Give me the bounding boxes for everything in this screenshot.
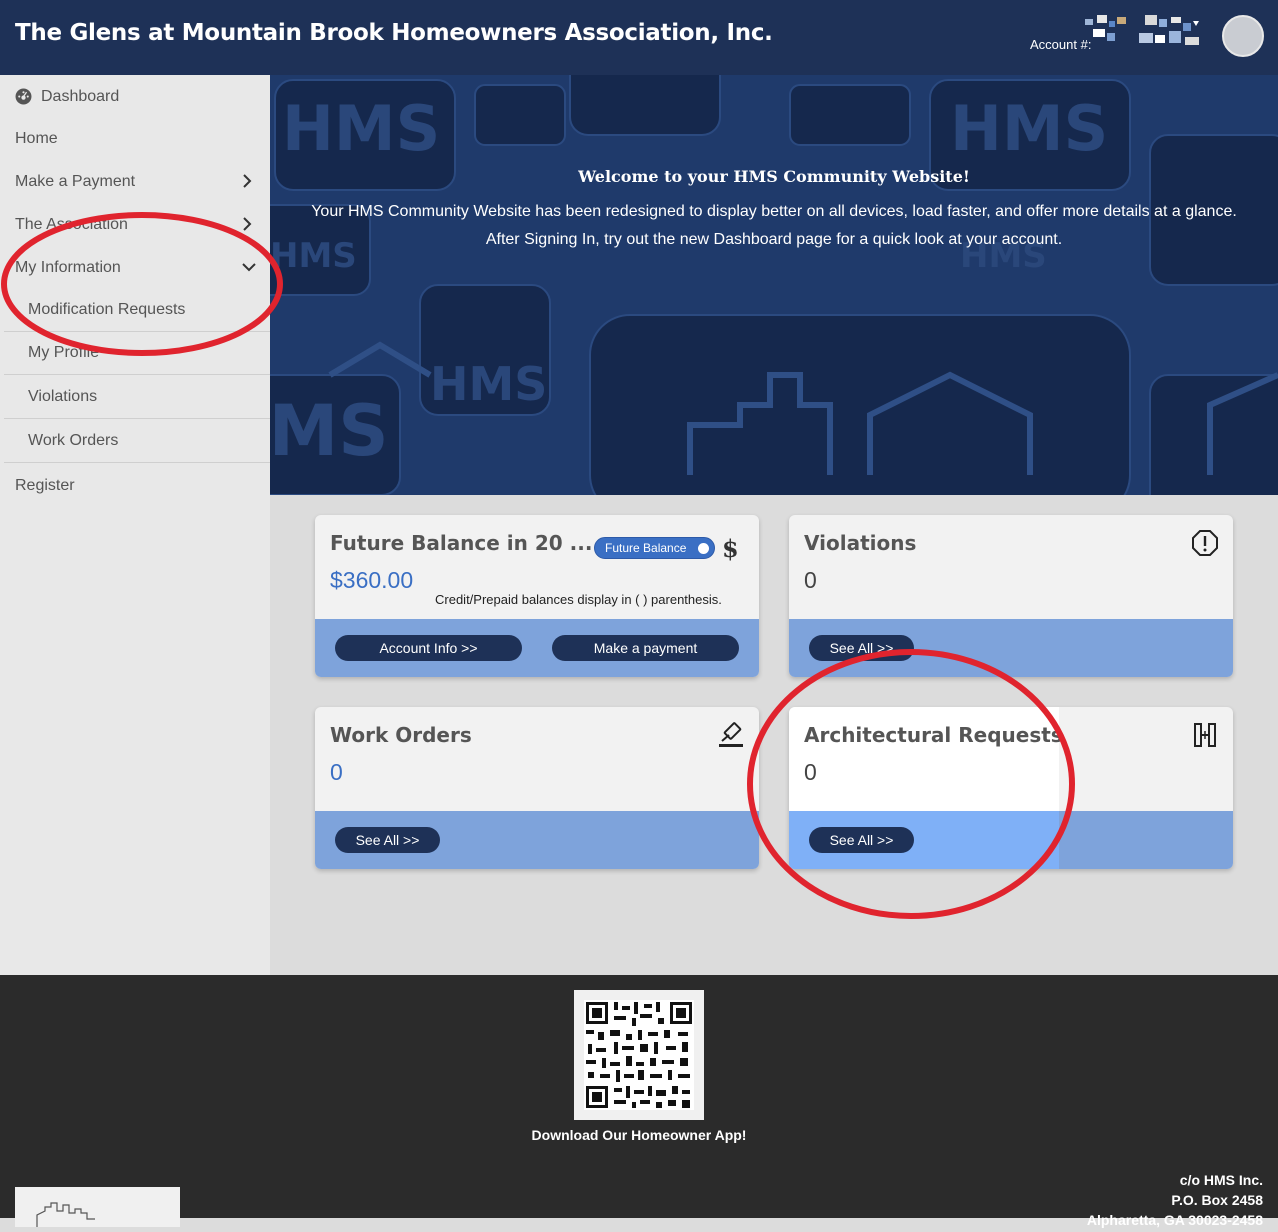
svg-text:HMS: HMS — [950, 92, 1108, 165]
sidebar-item-home[interactable]: Home — [0, 117, 270, 160]
footer-logo — [15, 1187, 180, 1227]
download-app-text[interactable]: Download Our Homeowner App! — [0, 1127, 1278, 1143]
qr-code[interactable] — [574, 990, 704, 1120]
dollar-icon: $ — [722, 535, 739, 561]
toggle-label: Future Balance — [605, 541, 687, 555]
chevron-down-icon — [242, 263, 256, 272]
tape-measure-icon — [1194, 723, 1216, 747]
architectural-requests-count: 0 — [804, 759, 817, 785]
qr-code-image — [584, 1000, 694, 1110]
svg-text:$: $ — [722, 535, 739, 561]
make-payment-button[interactable]: Make a payment — [552, 635, 739, 661]
footer: Download Our Homeowner App! c/o HMS Inc.… — [0, 975, 1278, 1228]
sidebar: Dashboard Home Make a Payment The Associ… — [0, 75, 270, 975]
svg-text:HMS: HMS — [270, 390, 389, 472]
welcome-message: Welcome to your HMS Community Website! Y… — [270, 167, 1278, 254]
work-orders-count: 0 — [330, 759, 343, 785]
violations-card: Violations 0 See All >> — [789, 515, 1233, 677]
welcome-body: Your HMS Community Website has been rede… — [311, 203, 1237, 248]
hero-background-pattern: HMS HMS HMS HMS HMS HMS — [270, 75, 1278, 495]
gavel-icon — [719, 722, 743, 747]
card-footer: See All >> — [789, 619, 1233, 677]
sidebar-item-label: Work Orders — [28, 432, 119, 449]
sidebar-item-label: Make a Payment — [15, 172, 136, 190]
card-footer: See All >> — [789, 811, 1233, 869]
sidebar-item-make-payment[interactable]: Make a Payment — [0, 160, 270, 203]
address-line: c/o HMS Inc. — [1179, 1172, 1263, 1188]
sidebar-item-my-profile[interactable]: My Profile — [4, 332, 270, 375]
sidebar-item-label: Dashboard — [41, 87, 120, 105]
sidebar-item-label: The Association — [15, 215, 128, 233]
site-title[interactable]: The Glens at Mountain Brook Homeowners A… — [15, 20, 773, 46]
hero-banner: HMS HMS HMS HMS HMS HMS Welcome to your … — [270, 75, 1278, 495]
card-footer: Account Info >> Make a payment — [315, 619, 759, 677]
card-title: Architectural Requests — [804, 723, 1063, 747]
future-balance-card: Future Balance in 20 ... Future Balance … — [315, 515, 759, 677]
alert-octagon-icon — [1192, 530, 1218, 556]
sidebar-item-dashboard[interactable]: Dashboard — [0, 75, 270, 118]
card-footer: See All >> — [315, 811, 759, 869]
sidebar-item-label: My Information — [15, 258, 121, 276]
work-orders-card: Work Orders 0 See All >> — [315, 707, 759, 869]
balance-amount: $360.00 — [330, 567, 414, 593]
see-all-work-orders-button[interactable]: See All >> — [335, 827, 440, 853]
sidebar-item-label: Modification Requests — [28, 301, 186, 318]
sidebar-item-violations[interactable]: Violations — [4, 376, 270, 419]
card-title: Future Balance in 20 ... — [330, 531, 593, 555]
footer-address: c/o HMS Inc. P.O. Box 2458 Alpharetta, G… — [1087, 1170, 1263, 1230]
balance-note: Credit/Prepaid balances display in ( ) p… — [435, 592, 722, 607]
address-line: Alpharetta, GA 30023-2458 — [1086, 1212, 1263, 1228]
sidebar-item-modification-requests[interactable]: Modification Requests — [4, 289, 270, 332]
see-all-architectural-requests-button[interactable]: See All >> — [809, 827, 914, 853]
account-info-button[interactable]: Account Info >> — [335, 635, 522, 661]
architectural-requests-card: Architectural Requests 0 See All >> — [789, 707, 1233, 869]
sidebar-item-label: Violations — [28, 388, 98, 405]
chevron-right-icon — [243, 174, 252, 188]
sidebar-item-label: Register — [15, 476, 75, 494]
account-label: Account #: — [1030, 37, 1092, 52]
city-skyline-logo — [36, 1202, 95, 1227]
sidebar-item-association[interactable]: The Association — [0, 203, 270, 246]
violations-count: 0 — [804, 567, 817, 593]
card-title: Work Orders — [330, 723, 472, 747]
sidebar-item-work-orders[interactable]: Work Orders — [4, 420, 270, 463]
dashboard-icon — [15, 88, 32, 105]
sidebar-item-label: Home — [15, 129, 58, 147]
sidebar-item-my-information[interactable]: My Information — [0, 246, 270, 289]
chevron-right-icon — [243, 217, 252, 231]
svg-text:HMS: HMS — [282, 92, 440, 165]
future-balance-toggle[interactable]: Future Balance — [594, 537, 715, 559]
address-line: P.O. Box 2458 — [1171, 1192, 1263, 1208]
see-all-violations-button[interactable]: See All >> — [809, 635, 914, 661]
toggle-knob — [698, 543, 709, 554]
card-title: Violations — [804, 531, 917, 555]
header-bar: The Glens at Mountain Brook Homeowners A… — [0, 0, 1278, 75]
account-number-redacted — [1085, 15, 1199, 45]
sidebar-item-register[interactable]: Register — [0, 464, 270, 507]
sidebar-item-label: My Profile — [28, 344, 100, 361]
welcome-heading: Welcome to your HMS Community Website! — [578, 167, 970, 186]
svg-text:HMS: HMS — [430, 357, 547, 411]
user-avatar[interactable] — [1222, 15, 1264, 57]
